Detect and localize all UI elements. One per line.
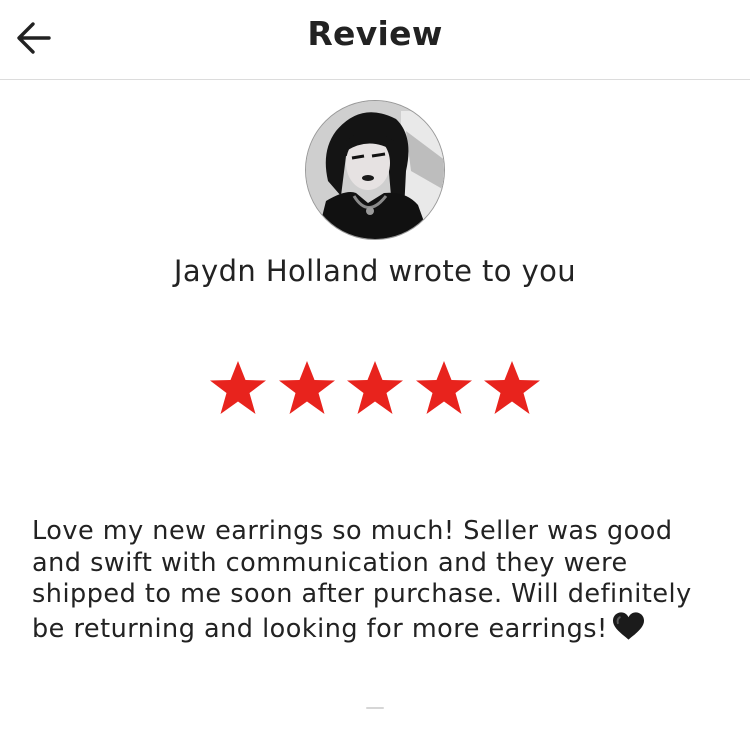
- review-screen: Review Jaydn Holland wrote to you Love m…: [0, 0, 750, 729]
- star-icon: [484, 361, 540, 414]
- review-text-content: Love my new earrings so much! Seller was…: [32, 516, 692, 644]
- star-icon: [347, 361, 403, 414]
- star-icon: [210, 361, 266, 414]
- top-bar: Review: [0, 0, 750, 80]
- black-heart-icon: [612, 611, 644, 640]
- star-rating: [208, 355, 542, 421]
- home-indicator: [366, 707, 384, 709]
- avatar[interactable]: [305, 100, 445, 240]
- reviewer-headline: Jaydn Holland wrote to you: [173, 254, 577, 288]
- star-icon: [415, 361, 472, 414]
- review-text: Love my new earrings so much! Seller was…: [32, 516, 722, 645]
- page-title: Review: [307, 14, 443, 53]
- star-icon: [278, 361, 335, 414]
- user-avatar-photo: [306, 101, 444, 239]
